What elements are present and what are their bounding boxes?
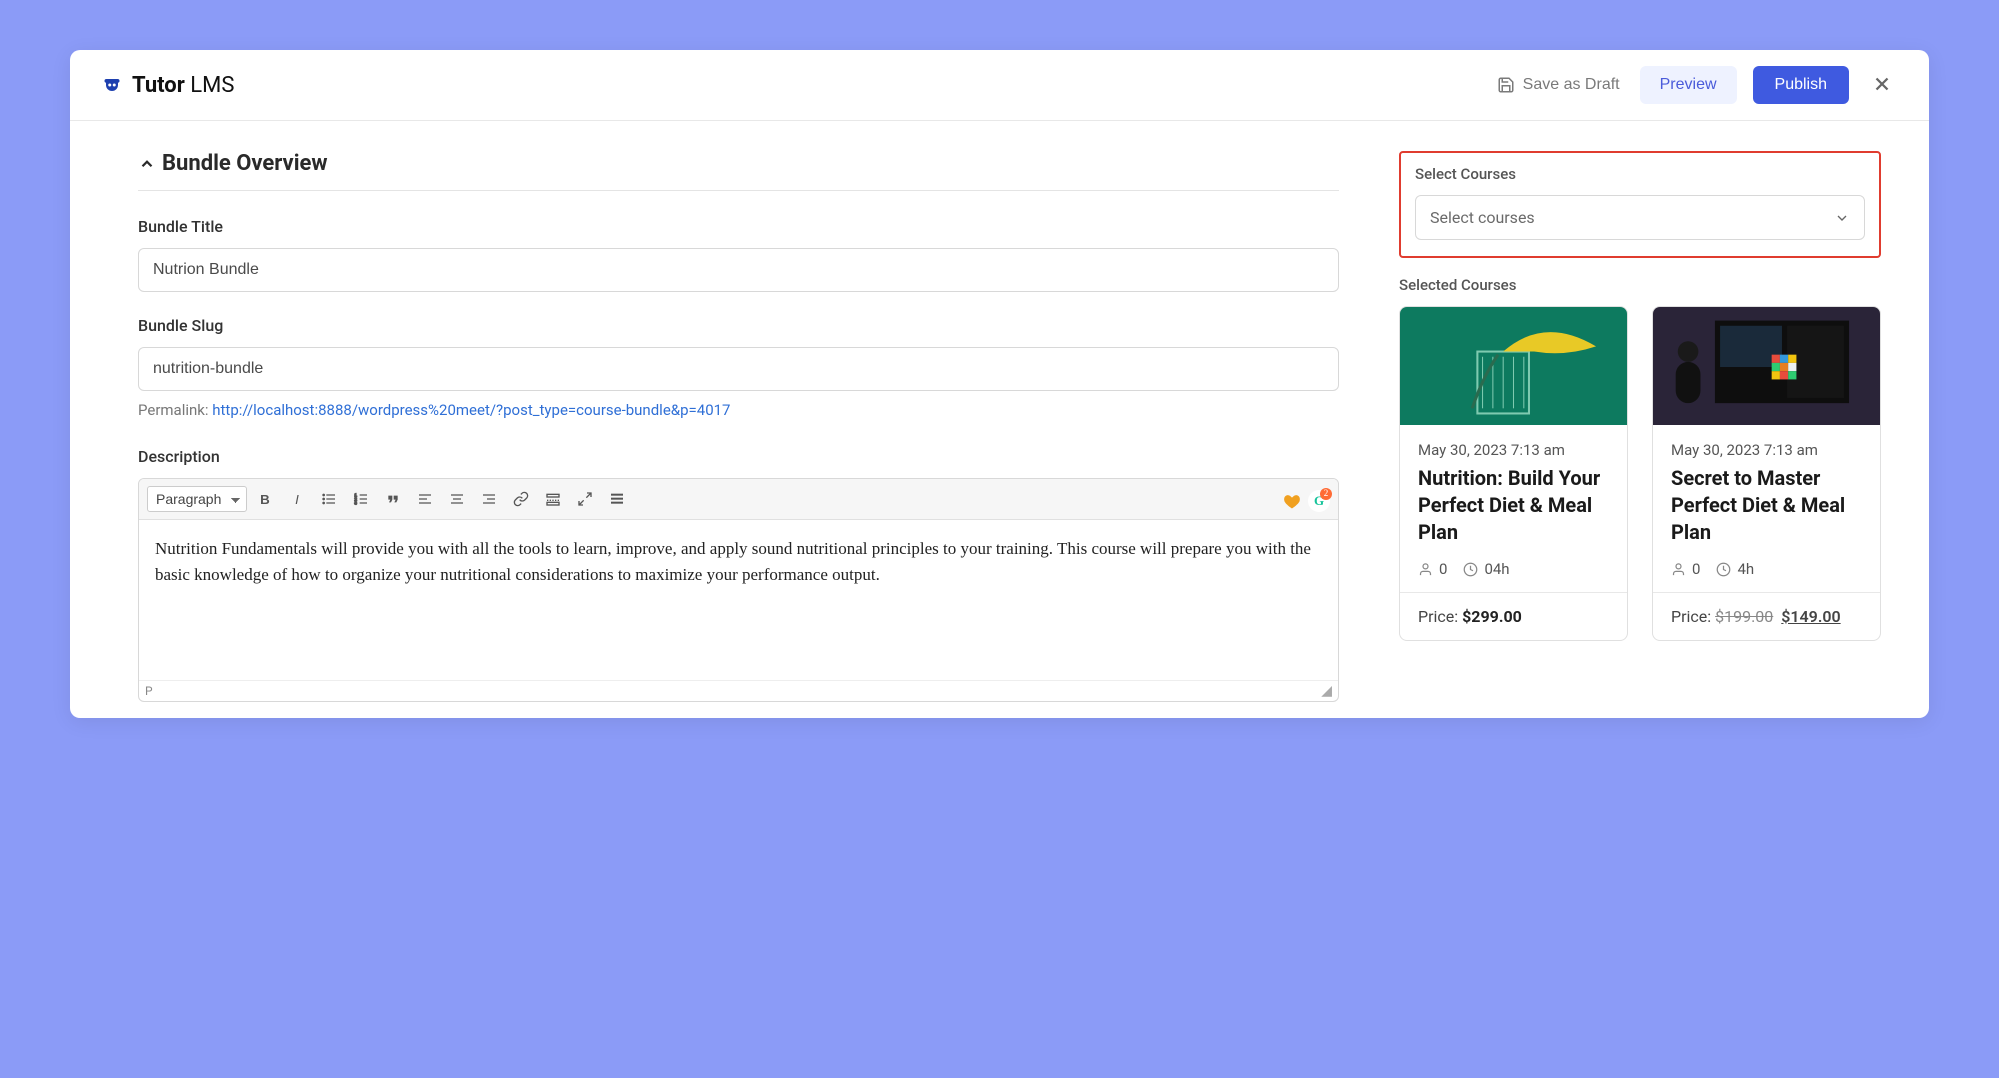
fullscreen-button[interactable] [571, 485, 599, 513]
course-date: May 30, 2023 7:13 am [1418, 441, 1609, 459]
close-button[interactable] [1865, 67, 1899, 104]
course-title: Secret to Master Perfect Diet & Meal Pla… [1671, 465, 1862, 546]
selected-courses-label: Selected Courses [1399, 276, 1881, 294]
italic-button[interactable]: I [283, 485, 311, 513]
format-select[interactable]: Paragraph [147, 486, 247, 512]
course-meta: 0 4h [1671, 560, 1862, 578]
resize-handle-icon[interactable]: ◢ [1321, 683, 1332, 699]
editor-path: P [145, 684, 153, 698]
bundle-title-label: Bundle Title [138, 217, 1339, 236]
right-column: Select Courses Select courses Selected C… [1399, 151, 1909, 702]
bullet-list-button[interactable] [315, 485, 343, 513]
course-cards: May 30, 2023 7:13 am Nutrition: Build Yo… [1399, 306, 1881, 641]
save-draft-button[interactable]: Save as Draft [1493, 68, 1624, 102]
duration: 04h [1484, 560, 1509, 578]
logo-text: Tutor LMS [132, 73, 234, 98]
editor-body[interactable]: Nutrition Fundamentals will provide you … [139, 520, 1338, 680]
user-icon [1418, 562, 1433, 577]
select-courses-dropdown[interactable]: Select courses [1415, 195, 1865, 240]
handshake-icon [1282, 491, 1302, 511]
section-title-toggle[interactable]: Bundle Overview [138, 151, 1339, 191]
permalink: Permalink: http://localhost:8888/wordpre… [138, 401, 1339, 419]
publish-button[interactable]: Publish [1753, 66, 1849, 104]
bundle-slug-label: Bundle Slug [138, 316, 1339, 335]
close-icon [1871, 73, 1893, 95]
header: Tutor LMS Save as Draft Preview Publish [70, 50, 1929, 121]
grammarly-icon[interactable]: G 2 [1308, 490, 1330, 512]
description-label: Description [138, 447, 1339, 466]
price-value: $299.00 [1462, 607, 1522, 626]
quote-button[interactable] [379, 485, 407, 513]
students-count: 0 [1692, 560, 1700, 578]
students-count: 0 [1439, 560, 1447, 578]
course-date: May 30, 2023 7:13 am [1671, 441, 1862, 459]
select-courses-label: Select Courses [1415, 165, 1865, 183]
left-column: Bundle Overview Bundle Title Bundle Slug… [90, 151, 1339, 702]
permalink-label: Permalink: [138, 401, 212, 419]
course-footer: Price: $299.00 [1400, 592, 1627, 640]
clock-icon [1463, 562, 1478, 577]
editor-toolbar: Paragraph B I 123 [139, 479, 1338, 520]
editor-status-bar: P ◢ [139, 680, 1338, 701]
course-card-body: May 30, 2023 7:13 am Nutrition: Build Yo… [1400, 425, 1627, 592]
duration: 4h [1737, 560, 1754, 578]
insert-more-button[interactable] [539, 485, 567, 513]
header-actions: Save as Draft Preview Publish [1493, 66, 1899, 104]
course-title: Nutrition: Build Your Perfect Diet & Mea… [1418, 465, 1609, 546]
number-list-button[interactable]: 123 [347, 485, 375, 513]
course-card-body: May 30, 2023 7:13 am Secret to Master Pe… [1653, 425, 1880, 592]
save-draft-label: Save as Draft [1523, 76, 1620, 94]
chevron-down-icon [1834, 210, 1850, 226]
description-editor: Paragraph B I 123 Nutrition Fundamentals… [138, 478, 1339, 702]
clock-icon [1716, 562, 1731, 577]
old-price: $199.00 [1715, 607, 1773, 626]
link-button[interactable] [507, 485, 535, 513]
bundle-slug-input[interactable] [138, 347, 1339, 391]
body: Bundle Overview Bundle Title Bundle Slug… [70, 121, 1929, 718]
preview-button[interactable]: Preview [1640, 66, 1737, 104]
sale-price: $149.00 [1781, 607, 1840, 626]
price-label: Price: [1418, 607, 1462, 626]
align-right-button[interactable] [475, 485, 503, 513]
select-courses-panel: Select Courses Select courses [1399, 151, 1881, 258]
bold-button[interactable]: B [251, 485, 279, 513]
align-left-button[interactable] [411, 485, 439, 513]
select-courses-placeholder: Select courses [1430, 208, 1535, 227]
editor-badges: G 2 [1282, 490, 1330, 512]
editor-content: Nutrition Fundamentals will provide you … [155, 539, 1311, 584]
course-footer: Price: $199.00 $149.00 [1653, 592, 1880, 640]
course-meta: 0 04h [1418, 560, 1609, 578]
price-label: Price: [1671, 607, 1715, 626]
toolbar-toggle-button[interactable] [603, 485, 631, 513]
logo-icon [100, 73, 124, 97]
course-card[interactable]: May 30, 2023 7:13 am Nutrition: Build Yo… [1399, 306, 1628, 641]
permalink-link[interactable]: http://localhost:8888/wordpress%20meet/?… [212, 401, 730, 419]
course-card[interactable]: May 30, 2023 7:13 am Secret to Master Pe… [1652, 306, 1881, 641]
app-window: Tutor LMS Save as Draft Preview Publish … [70, 50, 1929, 718]
save-icon [1497, 76, 1515, 94]
course-thumbnail [1400, 307, 1627, 425]
user-icon [1671, 562, 1686, 577]
bundle-title-input[interactable] [138, 248, 1339, 292]
section-title-text: Bundle Overview [162, 151, 328, 176]
chevron-up-icon [138, 155, 156, 173]
align-center-button[interactable] [443, 485, 471, 513]
course-thumbnail [1653, 307, 1880, 425]
logo: Tutor LMS [100, 73, 234, 98]
svg-text:3: 3 [354, 500, 357, 505]
